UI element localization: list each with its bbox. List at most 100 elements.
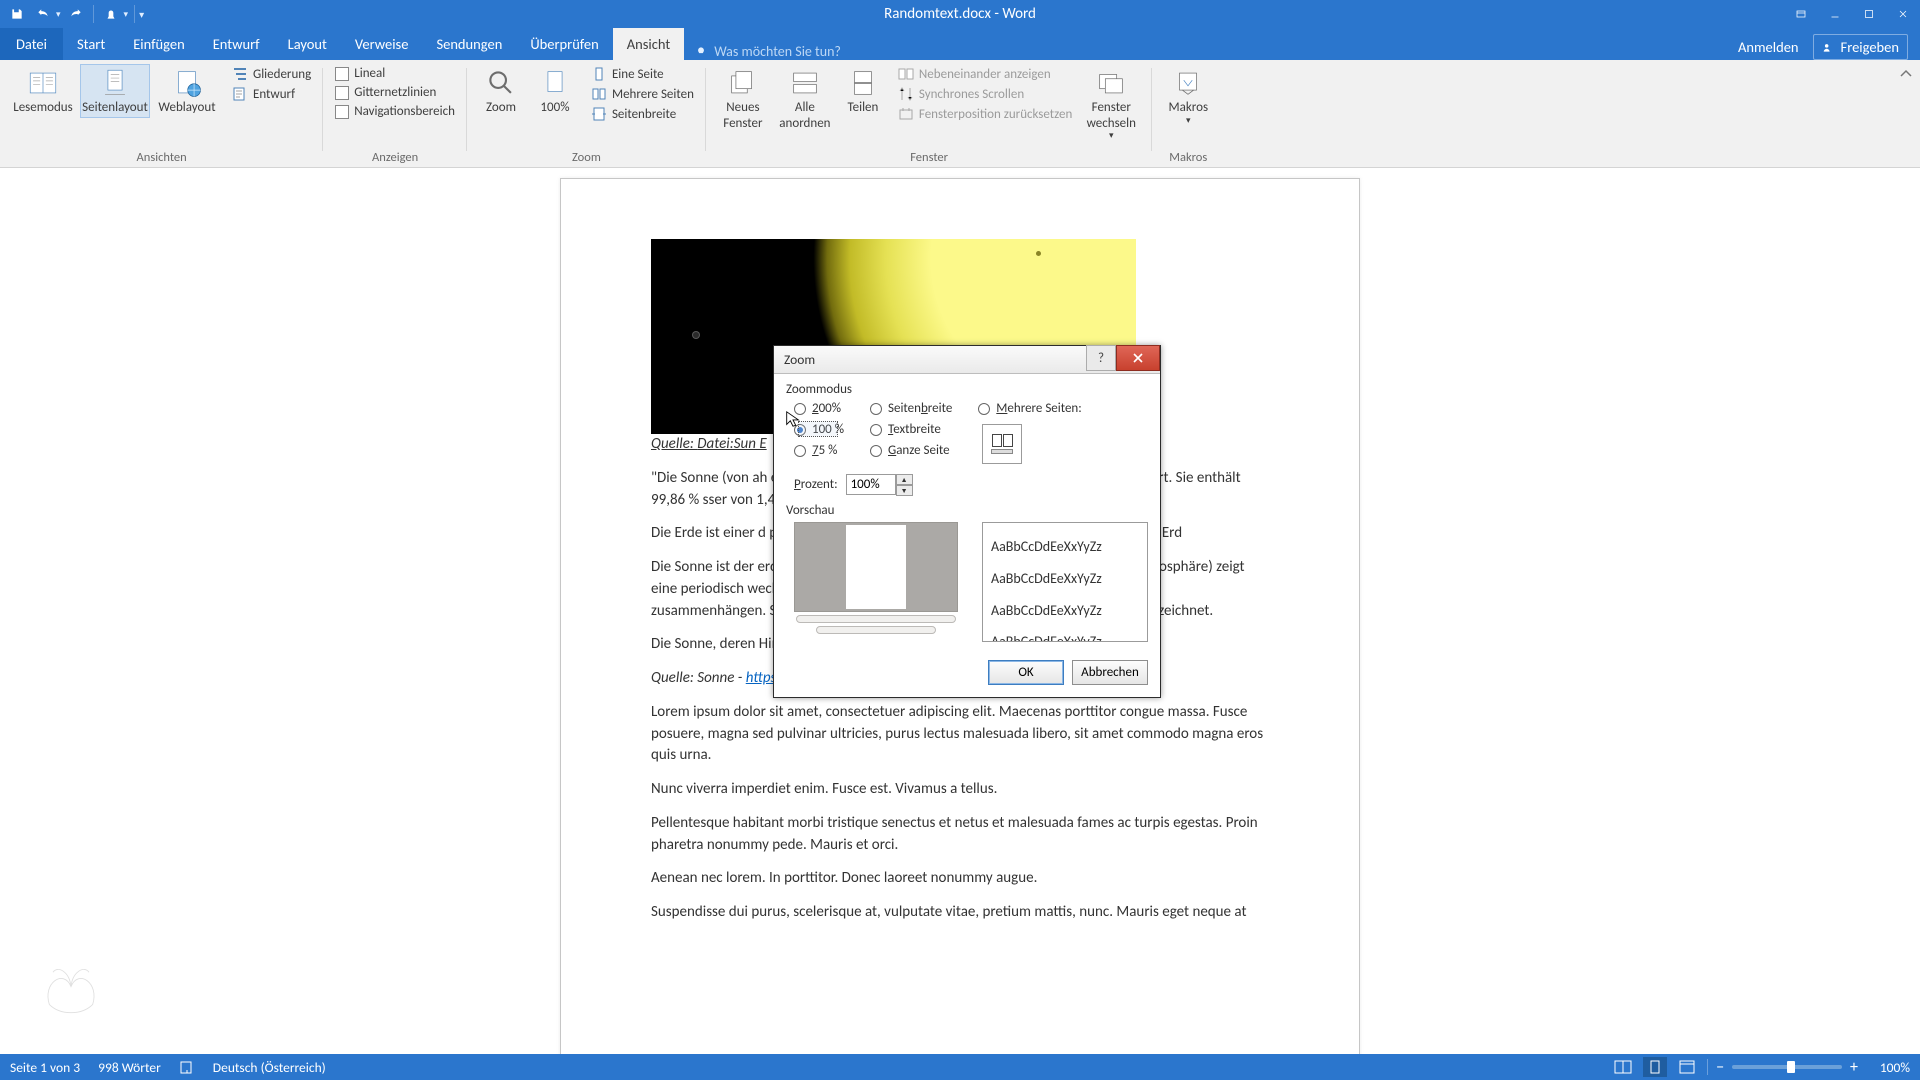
minimize-button[interactable] [1818, 0, 1852, 28]
spinner-down[interactable]: ▼ [896, 485, 913, 496]
touch-mode-dropdown[interactable]: ▾ [124, 9, 129, 20]
undo-button[interactable] [32, 3, 54, 25]
redo-button[interactable] [65, 3, 87, 25]
title-bar: ▾ ▾ ▾ Randomtext.docx - Word [0, 0, 1920, 28]
tab-entwurf[interactable]: Entwurf [199, 28, 274, 60]
tab-verweise[interactable]: Verweise [341, 28, 423, 60]
dialog-help-button[interactable]: ? [1086, 345, 1116, 371]
radio-75[interactable]: 75 % [794, 443, 844, 458]
radio-200[interactable]: 200% [794, 401, 844, 416]
dialog-close-button[interactable] [1116, 345, 1160, 371]
language-indicator[interactable]: Deutsch (Österreich) [213, 1059, 326, 1076]
eine-seite-button[interactable]: Eine Seite [587, 64, 698, 84]
page-indicator[interactable]: Seite 1 von 3 [10, 1059, 80, 1076]
new-window-icon [726, 66, 760, 100]
zoom-out-button[interactable]: − [1716, 1058, 1724, 1077]
tab-ueberpruefen[interactable]: Überprüfen [516, 28, 612, 60]
zoom-slider[interactable] [1732, 1065, 1842, 1069]
nebeneinander-button[interactable]: Nebeneinander anzeigen [894, 64, 1076, 84]
tell-me-search[interactable]: Was möchten Sie tun? [694, 43, 841, 60]
zoom-dialog-titlebar[interactable]: Zoom ? [774, 346, 1160, 374]
seitenlayout-button[interactable]: Seitenlayout [80, 64, 150, 118]
gitternetzlinien-checkbox[interactable]: Gitternetzlinien [331, 83, 459, 102]
share-icon [1822, 40, 1836, 54]
radio-mehrere-seiten[interactable]: Mehrere Seiten: [978, 401, 1081, 416]
globe-page-icon [170, 66, 204, 100]
window-close-button[interactable] [1886, 0, 1920, 28]
multi-page-picker[interactable] [982, 424, 1022, 464]
makros-button[interactable]: Makros▾ [1160, 64, 1216, 126]
hundred-percent-button[interactable]: 100% [529, 64, 581, 116]
sync-scroll-icon [898, 86, 914, 102]
tab-ansicht[interactable]: Ansicht [613, 28, 684, 60]
teilen-button[interactable]: Teilen [838, 64, 888, 116]
alle-anordnen-button[interactable]: Alle anordnen [774, 64, 836, 131]
lineal-checkbox[interactable]: Lineal [331, 64, 459, 83]
gliederung-button[interactable]: Gliederung [228, 64, 315, 84]
print-layout-view[interactable] [1643, 1057, 1667, 1077]
book-icon [26, 66, 60, 100]
collapse-ribbon-button[interactable] [1898, 66, 1914, 82]
qat-customize-dropdown[interactable]: ▾ [139, 8, 144, 21]
weblayout-button[interactable]: Weblayout [152, 64, 222, 116]
zoom-percentage[interactable]: 100% [1866, 1059, 1910, 1076]
lesemodus-button[interactable]: Lesemodus [8, 64, 78, 116]
zoom-button[interactable]: Zoom [475, 64, 527, 116]
entwurf-button[interactable]: Entwurf [228, 84, 315, 104]
prozent-input[interactable] [846, 474, 896, 495]
read-mode-icon [1614, 1060, 1632, 1074]
multi-page-icon [591, 86, 607, 102]
radio-textbreite[interactable]: Textbreite [870, 422, 952, 437]
radio-ganze-seite[interactable]: Ganze Seite [870, 443, 952, 458]
web-layout-view[interactable] [1675, 1057, 1699, 1077]
zoom-in-button[interactable]: + [1850, 1058, 1858, 1077]
arrange-all-icon [788, 66, 822, 100]
share-label: Freigeben [1841, 38, 1899, 56]
prozent-label: Prozent: [794, 477, 838, 492]
share-button[interactable]: Freigeben [1813, 34, 1908, 60]
draft-icon [232, 86, 248, 102]
tab-strip: Datei Start Einfügen Entwurf Layout Verw… [0, 28, 1920, 60]
fenster-wechseln-button[interactable]: Fenster wechseln▾ [1078, 64, 1144, 142]
ribbon-group-anzeigen: Lineal Gitternetzlinien Navigationsberei… [323, 60, 467, 167]
read-mode-view[interactable] [1611, 1057, 1635, 1077]
fensterposition-button[interactable]: Fensterposition zurücksetzen [894, 104, 1076, 124]
side-by-side-icon [898, 66, 914, 82]
seitenbreite-button[interactable]: Seitenbreite [587, 104, 698, 124]
qat-separator-2 [134, 5, 135, 23]
synchrones-scrollen-button[interactable]: Synchrones Scrollen [894, 84, 1076, 104]
ribbon-display-options[interactable] [1784, 0, 1818, 28]
tab-layout[interactable]: Layout [274, 28, 341, 60]
maximize-button[interactable] [1852, 0, 1886, 28]
file-tab[interactable]: Datei [0, 28, 63, 60]
close-icon [1132, 352, 1144, 364]
undo-dropdown[interactable]: ▾ [56, 9, 61, 20]
spinner-up[interactable]: ▲ [896, 474, 913, 485]
ok-button[interactable]: OK [988, 660, 1064, 685]
word-count[interactable]: 998 Wörter [98, 1059, 161, 1076]
touch-mode-button[interactable] [100, 3, 122, 25]
save-button[interactable] [6, 3, 28, 25]
group-label-anzeigen: Anzeigen [323, 150, 467, 167]
prozent-spinner[interactable]: ▲▼ [846, 474, 913, 495]
tab-start[interactable]: Start [63, 28, 119, 60]
spellcheck-button[interactable] [179, 1059, 195, 1075]
zoom-slider-thumb[interactable] [1787, 1061, 1795, 1073]
cancel-button[interactable]: Abbrechen [1072, 660, 1148, 685]
tab-einfuegen[interactable]: Einfügen [119, 28, 199, 60]
radio-seitenbreite[interactable]: Seitenbreite [870, 401, 952, 416]
group-label-ansichten: Ansichten [0, 150, 323, 167]
lightbulb-icon [694, 45, 708, 59]
radio-100[interactable]: 100 % [794, 422, 844, 437]
navigationsbereich-checkbox[interactable]: Navigationsbereich [331, 102, 459, 121]
mehrere-seiten-button[interactable]: Mehrere Seiten [587, 84, 698, 104]
magnifier-icon [484, 66, 518, 100]
watermark-logo [35, 947, 107, 1019]
ribbon: Lesemodus Seitenlayout Weblayout Glieder… [0, 60, 1920, 168]
tab-sendungen[interactable]: Sendungen [422, 28, 516, 60]
zoom-dialog-title: Zoom [784, 351, 815, 368]
qat-separator [93, 5, 94, 23]
signin-link[interactable]: Anmelden [1738, 38, 1799, 56]
neues-fenster-button[interactable]: Neues Fenster [714, 64, 772, 131]
outline-icon [232, 66, 248, 82]
